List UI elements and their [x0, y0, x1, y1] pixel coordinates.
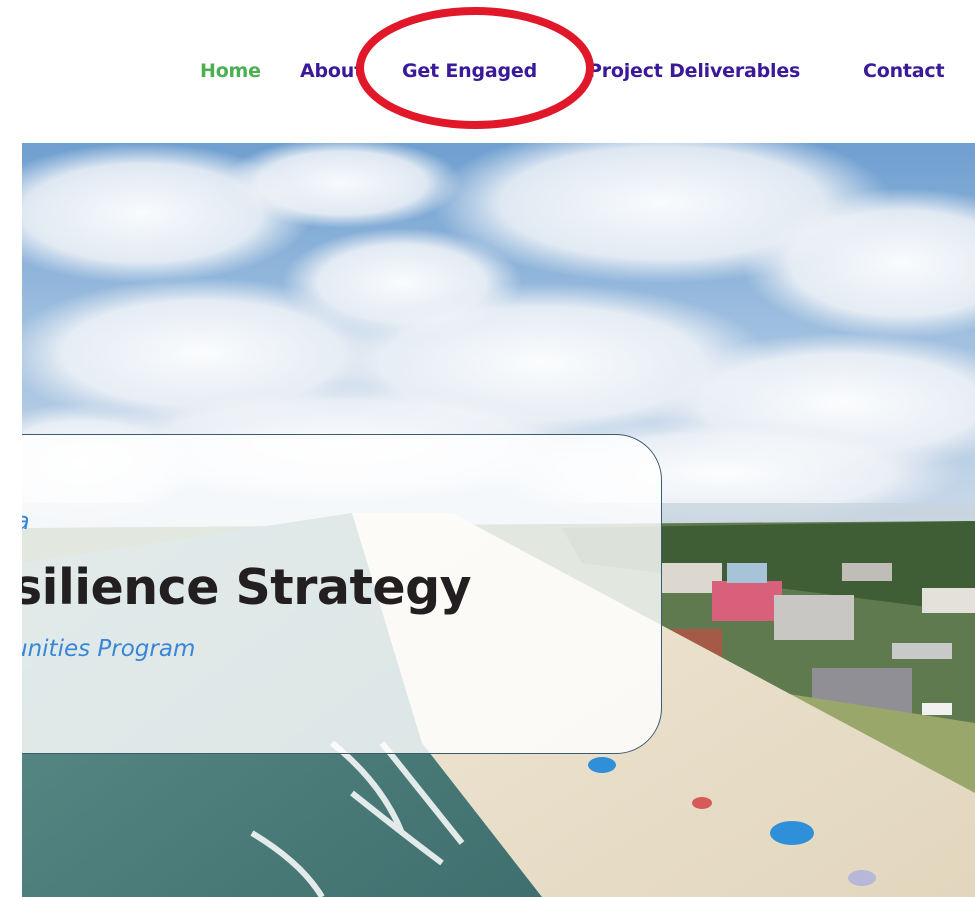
- nav-link-contact[interactable]: Contact: [863, 56, 945, 86]
- nav-link-about[interactable]: About: [300, 56, 363, 86]
- page: Home About Get Engaged Project Deliverab…: [0, 0, 975, 897]
- nav-link-get-engaged[interactable]: Get Engaged: [402, 56, 537, 86]
- hero-eyebrow-text: a: [22, 507, 30, 535]
- main-nav: Home About Get Engaged Project Deliverab…: [0, 56, 975, 88]
- hero-title-card: a silience Strategy unities Program: [22, 434, 662, 754]
- hero-title: silience Strategy: [22, 559, 472, 616]
- nav-link-home[interactable]: Home: [200, 56, 261, 86]
- nav-link-project-deliverables[interactable]: Project Deliverables: [588, 56, 800, 86]
- hero-banner: a silience Strategy unities Program: [22, 143, 975, 897]
- hero-subtitle: unities Program: [22, 636, 196, 662]
